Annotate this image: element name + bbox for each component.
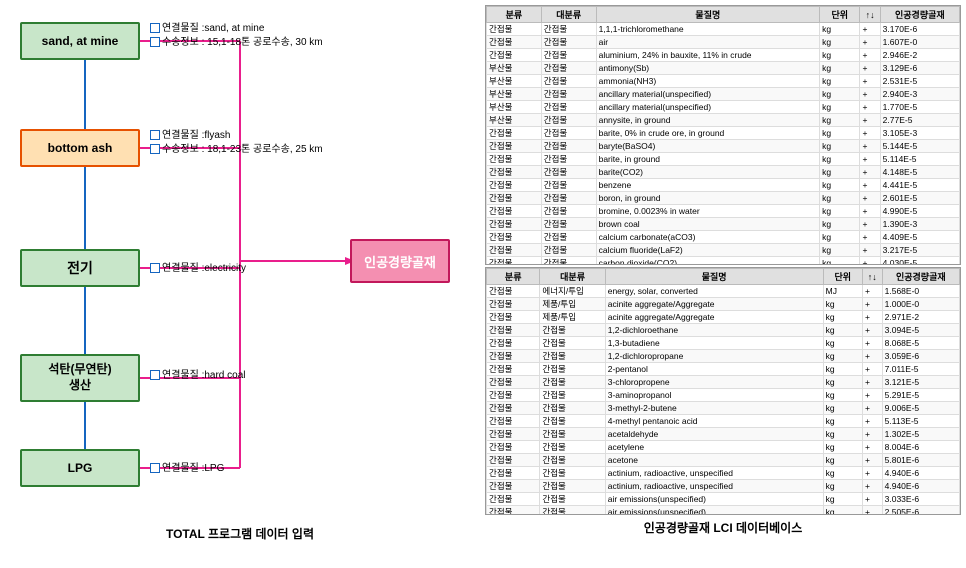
node-sand: sand, at mine [20, 22, 140, 60]
table-inputs: 분류 대분류 물질명 단위 ↑↓ 인공경량골재 간접물간접물1,1,1-tric… [485, 5, 961, 265]
right-panel: 분류 대분류 물질명 단위 ↑↓ 인공경량골재 간접물간접물1,1,1-tric… [480, 0, 966, 568]
node-coal: 석탄(무연탄) 생산 [20, 354, 140, 402]
node-bottomash: bottom ash [20, 129, 140, 167]
table-row: 부산물간접물ancillary material(unspecified)kg+… [487, 88, 960, 101]
table-row: 간접물간접물1,2-dichloroethanekg+3.094E-5 [487, 324, 960, 337]
table-row: 부산물간접물annysite, in groundkg+2.77E-5 [487, 114, 960, 127]
lpg-info: 연결물질 :LPG [150, 462, 224, 476]
table-row: 간접물간접물3-chloropropenekg+3.121E-5 [487, 376, 960, 389]
node-lpg: LPG [20, 449, 140, 487]
table-row: 간접물간접물1,1,1-trichloromethanekg+3.170E-6 [487, 23, 960, 36]
table-row: 간접물간접물calcium fluoride(LaF2)kg+3.217E-5 [487, 244, 960, 257]
table-row: 간접물간접물benzenekg+4.441E-5 [487, 179, 960, 192]
table-outputs: 분류 대분류 물질명 단위 ↑↓ 인공경량골재 간접물에너지/투입energy,… [485, 267, 961, 515]
table-row: 간접물간접물3-aminopropanolkg+5.291E-5 [487, 389, 960, 402]
table-row: 간접물간접물1,2-dichloropropanekg+3.059E-6 [487, 350, 960, 363]
sand-transport-icon [150, 37, 160, 47]
th-val2: 인공경량골재 [882, 269, 959, 285]
table-row: 간접물간접물barite, in groundkg+5.114E-5 [487, 153, 960, 166]
table-row: 간접물제품/투입acinite aggregate/Aggregatekg+2.… [487, 311, 960, 324]
table-row: 간접물간접물carbon dioxide(CO2)kg+4.030E-5 [487, 257, 960, 266]
th-dir1: ↑↓ [860, 7, 880, 23]
table-row: 간접물간접물acetaldehydekg+1.302E-5 [487, 428, 960, 441]
table-row: 간접물간접물2-pentanolkg+7.011E-5 [487, 363, 960, 376]
table-row: 간접물간접물barite(CO2)kg+4.148E-5 [487, 166, 960, 179]
diagram-area: sand, at mine 연결물질 :sand, at mine 수송정보 :… [10, 14, 470, 524]
table-row: 간접물간접물calcium carbonate(aCO3)kg+4.409E-5 [487, 231, 960, 244]
sand-info: 연결물질 :sand, at mine 수송정보 : 15,1-18톤 공로수송… [150, 22, 323, 50]
bottomash-transport-icon [150, 144, 160, 154]
coal-connection-icon [150, 370, 160, 380]
th-sub2: 대분류 [540, 269, 605, 285]
table-row: 부산물간접물ancillary material(unspecified)kg+… [487, 101, 960, 114]
table-row: 간접물간접물air emissions(unspecified)kg+2.505… [487, 506, 960, 515]
sand-connection-icon [150, 23, 160, 33]
bottomash-connection-icon [150, 130, 160, 140]
bottomash-info: 연결물질 :flyash 수송정보 : 18,1-23톤 공로수송, 25 km [150, 129, 323, 157]
left-title: TOTAL 프로그램 데이터 입력 [10, 525, 470, 542]
coal-info: 연결물질 :hard coal [150, 369, 246, 383]
table-row: 간접물간접물baryte(BaSO4)kg+5.144E-5 [487, 140, 960, 153]
electricity-connection-icon [150, 263, 160, 273]
th-unit1: 단위 [820, 7, 860, 23]
table-row: 간접물간접물barite, 0% in crude ore, in ground… [487, 127, 960, 140]
table-row: 간접물간접물4-methyl pentanoic acidkg+5.113E-5 [487, 415, 960, 428]
th-cat2: 분류 [487, 269, 540, 285]
th-unit2: 단위 [823, 269, 862, 285]
left-panel: sand, at mine 연결물질 :sand, at mine 수송정보 :… [0, 0, 480, 568]
th-name2: 물질명 [605, 269, 823, 285]
table-row: 간접물간접물acetonekg+5.801E-6 [487, 454, 960, 467]
outputs-table: 분류 대분류 물질명 단위 ↑↓ 인공경량골재 간접물에너지/투입energy,… [486, 268, 960, 515]
table-row: 부산물간접물ammonia(NH3)kg+2.531E-5 [487, 75, 960, 88]
th-dir2: ↑↓ [862, 269, 882, 285]
table-row: 간접물간접물actinium, radioactive, unspecified… [487, 480, 960, 493]
th-val1: 인공경량골재 [880, 7, 959, 23]
table-row: 간접물간접물acetylenekg+8.004E-6 [487, 441, 960, 454]
table-row: 간접물간접물airkg+1.607E-0 [487, 36, 960, 49]
table-row: 간접물에너지/투입energy, solar, convertedMJ+1.56… [487, 285, 960, 298]
lpg-connection-icon [150, 463, 160, 473]
table-row: 간접물간접물bromine, 0.0023% in waterkg+4.990E… [487, 205, 960, 218]
table-row: 간접물간접물1,3-butadienekg+8.068E-5 [487, 337, 960, 350]
th-name1: 물질명 [596, 7, 820, 23]
table-row: 간접물간접물brown coalkg+1.390E-3 [487, 218, 960, 231]
table-row: 간접물제품/투입acinite aggregate/Aggregatekg+1.… [487, 298, 960, 311]
right-title: 인공경량골재 LCI 데이터베이스 [485, 519, 961, 536]
node-output: 인공경량골재 [350, 239, 450, 283]
table-row: 부산물간접물antimony(Sb)kg+3.129E-6 [487, 62, 960, 75]
electricity-info: 연결물질 :electricity [150, 262, 246, 276]
table-row: 간접물간접물boron, in groundkg+2.601E-5 [487, 192, 960, 205]
th-cat1: 분류 [487, 7, 542, 23]
node-electricity: 전기 [20, 249, 140, 287]
table-row: 간접물간접물air emissions(unspecified)kg+3.033… [487, 493, 960, 506]
inputs-table: 분류 대분류 물질명 단위 ↑↓ 인공경량골재 간접물간접물1,1,1-tric… [486, 6, 960, 265]
right-tables: 분류 대분류 물질명 단위 ↑↓ 인공경량골재 간접물간접물1,1,1-tric… [485, 5, 961, 515]
table-row: 간접물간접물actinium, radioactive, unspecified… [487, 467, 960, 480]
table-row: 간접물간접물aluminium, 24% in bauxite, 11% in … [487, 49, 960, 62]
table-row: 간접물간접물3-methyl-2-butenekg+9.006E-5 [487, 402, 960, 415]
th-sub1: 대분류 [541, 7, 596, 23]
